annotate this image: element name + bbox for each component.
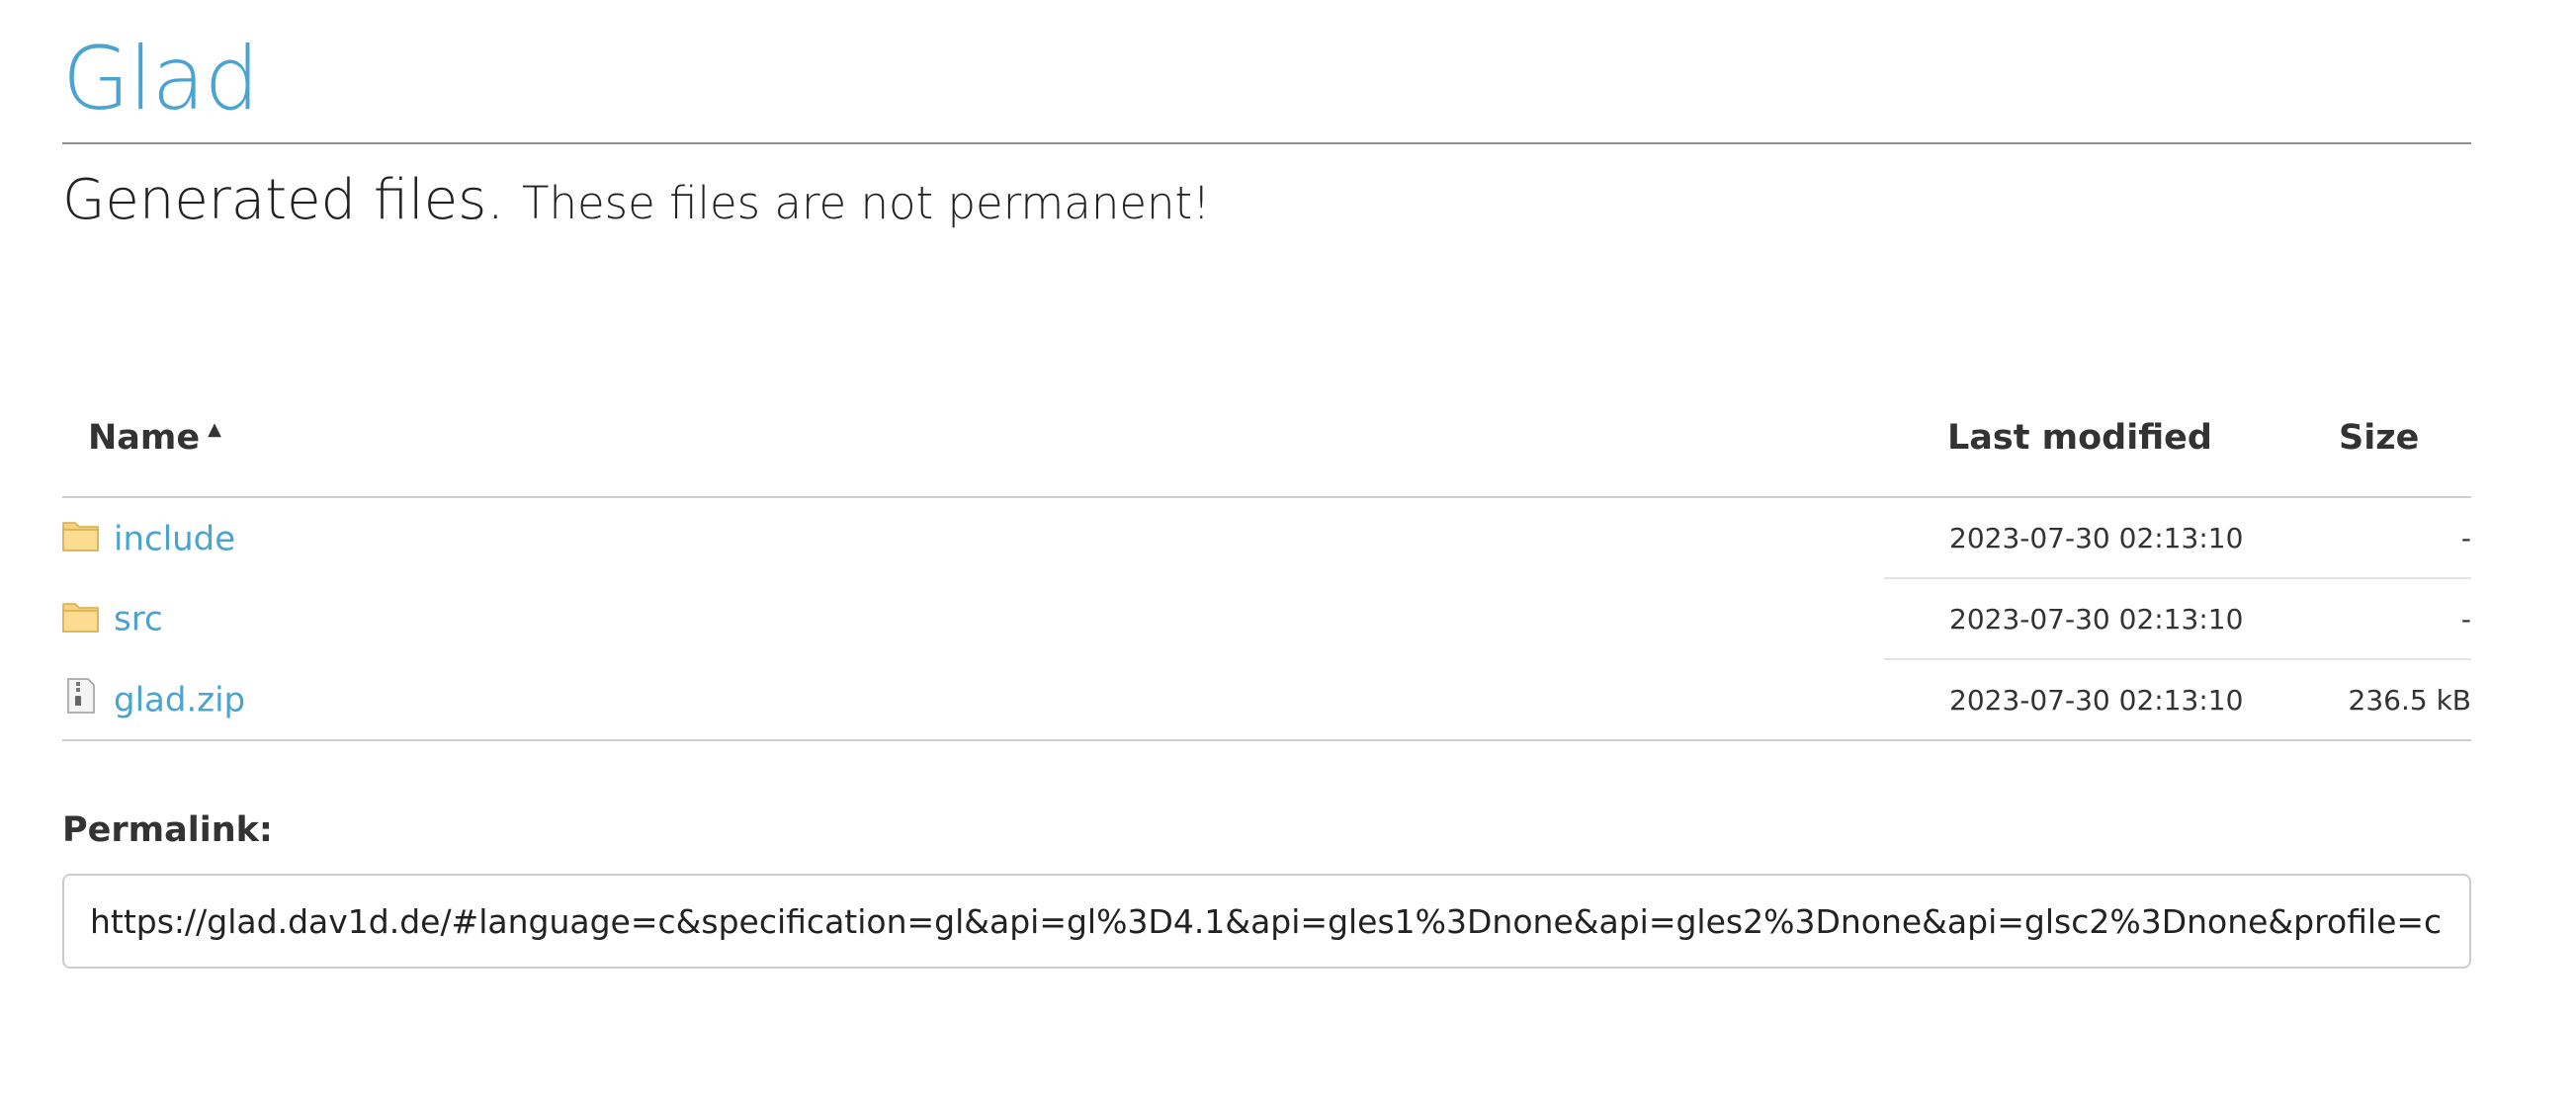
heading-note: These files are not permanent!	[521, 177, 1211, 229]
file-name-cell: include	[62, 497, 1884, 578]
last-modified-cell: 2023-07-30 02:13:10	[1949, 521, 2244, 554]
last-modified-cell: 2023-07-30 02:13:10	[1884, 658, 2337, 741]
title-divider	[62, 142, 2471, 144]
heading-main: Generated files.	[62, 168, 505, 232]
site-title-link[interactable]: Glad	[62, 0, 2471, 134]
file-link-include[interactable]: include	[114, 519, 235, 558]
file-name-cell: glad.zip	[62, 659, 1884, 741]
file-name-cell: src	[62, 578, 1884, 659]
table-row: glad.zip 2023-07-30 02:13:10 236.5 kB	[62, 658, 2471, 741]
file-list: include 2023-07-30 02:13:10- src 2023-07-30…	[62, 497, 2471, 741]
file-link-src[interactable]: src	[114, 600, 163, 639]
size-cell: -	[2337, 577, 2471, 659]
file-link-glad-zip[interactable]: glad.zip	[114, 680, 245, 720]
size-cell: -	[2460, 521, 2471, 554]
table-row: include 2023-07-30 02:13:10 -	[62, 497, 2471, 578]
zip-file-icon	[62, 678, 100, 714]
page: Glad Generated files. These files are no…	[62, 0, 2471, 969]
permalink-input[interactable]	[62, 874, 2471, 969]
column-header-name[interactable]: Name ▲	[62, 380, 1884, 498]
page-heading: Generated files. These files are not per…	[62, 170, 2471, 241]
column-header-name-label: Name	[88, 418, 201, 458]
table-header-row: Name ▲ Last modified Size	[62, 380, 2471, 498]
size-cell: 236.5 kB	[2337, 658, 2471, 741]
last-modified-cell: 2023-07-30 02:13:10	[1884, 577, 2337, 659]
file-table: Name ▲ Last modified Size include 2023-07-…	[62, 380, 2471, 741]
folder-icon	[62, 598, 100, 634]
column-header-last-modified[interactable]: Last modified	[1884, 380, 2337, 498]
permalink-label: Permalink:	[62, 810, 273, 850]
table-row: src 2023-07-30 02:13:10-	[62, 577, 2471, 659]
column-header-size[interactable]: Size	[2337, 380, 2471, 498]
sort-ascending-icon: ▲	[208, 419, 221, 440]
folder-icon	[62, 517, 100, 552]
